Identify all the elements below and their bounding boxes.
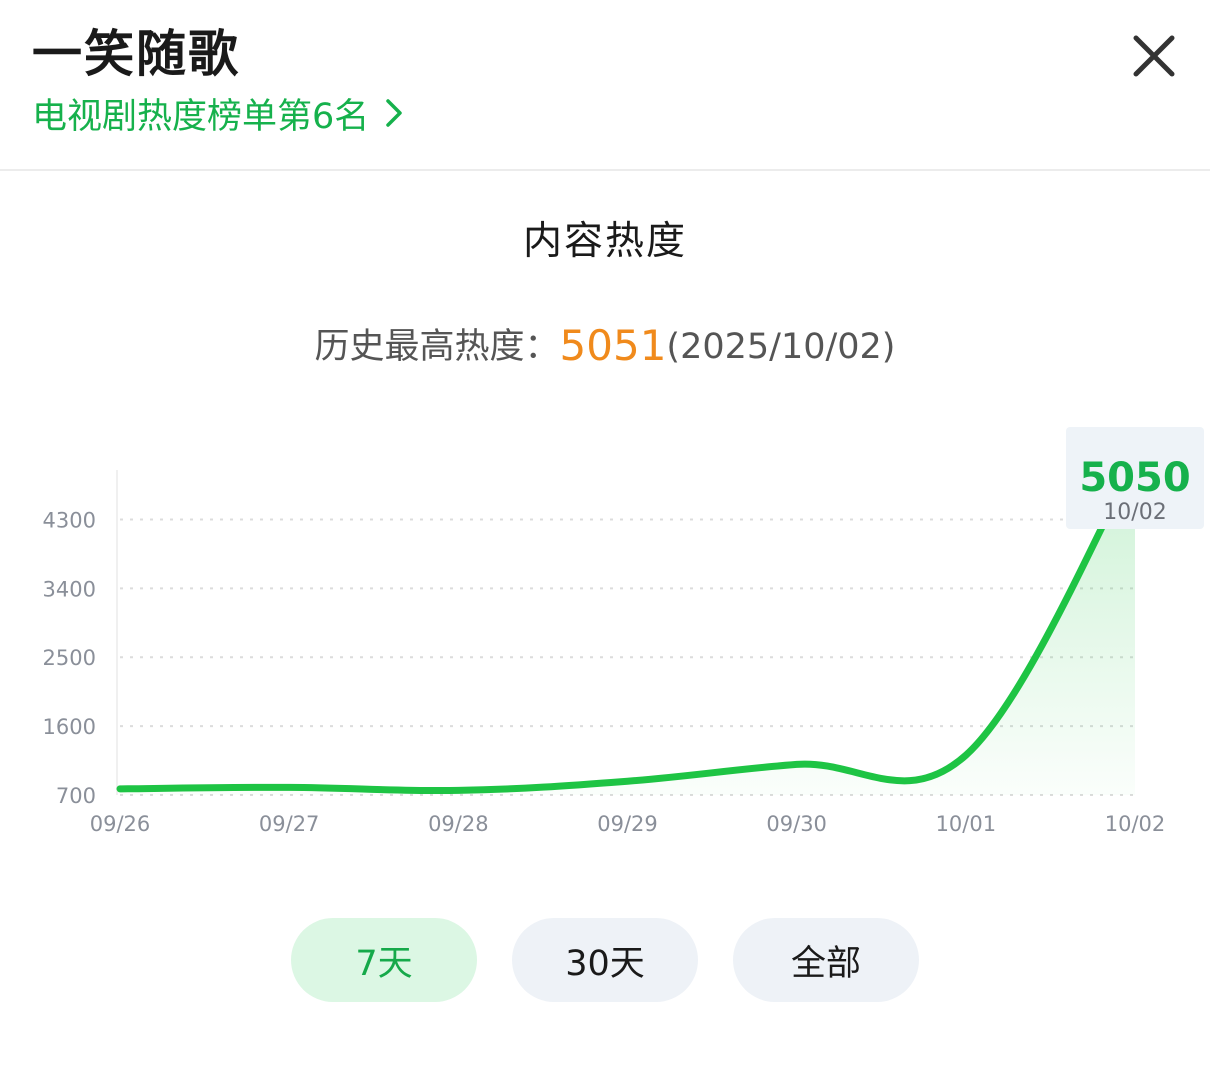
y-tick-label: 2500: [43, 646, 96, 670]
y-tick-label: 3400: [43, 577, 96, 601]
header: 一笑随歌 电视剧热度榜单第6名: [0, 0, 1210, 170]
x-tick-label: 09/27: [259, 812, 320, 836]
drama-title: 一笑随歌: [32, 25, 240, 83]
peak-date: (2025/10/02): [666, 327, 896, 367]
x-tick-label: 10/02: [1105, 812, 1166, 836]
x-tick-label: 09/26: [90, 812, 151, 836]
x-tick-label: 09/28: [428, 812, 489, 836]
heat-line-chart: 700 1600 2500 3400 4300 09/26 09/27 09/28 09/29 0…: [43, 427, 1204, 836]
peak-label: 历史最高热度：: [314, 327, 560, 367]
peak-value: 5051: [559, 321, 667, 370]
series-area: [120, 462, 1135, 795]
y-tick-label: 700: [56, 784, 96, 808]
header-divider: [0, 169, 1210, 171]
section-title: 内容热度: [522, 219, 687, 264]
range-buttons: 7天 30天 全部: [0, 918, 1210, 1002]
rank-link-label: 电视剧热度榜单第6名: [32, 97, 370, 137]
range-all-button[interactable]: 全部: [733, 918, 919, 1002]
series-line: [116, 458, 1139, 795]
chevron-right-icon: [385, 94, 403, 140]
close-button[interactable]: [1128, 30, 1180, 82]
x-tick-label: 09/29: [597, 812, 658, 836]
hot-trend-panel: 一笑随歌 电视剧热度榜单第6名 内容热度 历史最高热度：5051(2025/10…: [0, 0, 1210, 1080]
close-icon: [1133, 35, 1175, 77]
tooltip-value: 5050: [1079, 455, 1190, 501]
peak-heat-row: 历史最高热度：5051(2025/10/02): [0, 318, 1210, 375]
range-7d-button[interactable]: 7天: [291, 918, 477, 1002]
rank-link[interactable]: 电视剧热度榜单第6名: [32, 94, 403, 140]
tooltip-date: 10/02: [1103, 500, 1166, 525]
range-30d-button[interactable]: 30天: [512, 918, 698, 1002]
x-tick-label: 09/30: [766, 812, 827, 836]
y-tick-label: 4300: [43, 508, 96, 532]
x-tick-label: 10/01: [936, 812, 997, 836]
y-tick-label: 1600: [43, 715, 96, 739]
